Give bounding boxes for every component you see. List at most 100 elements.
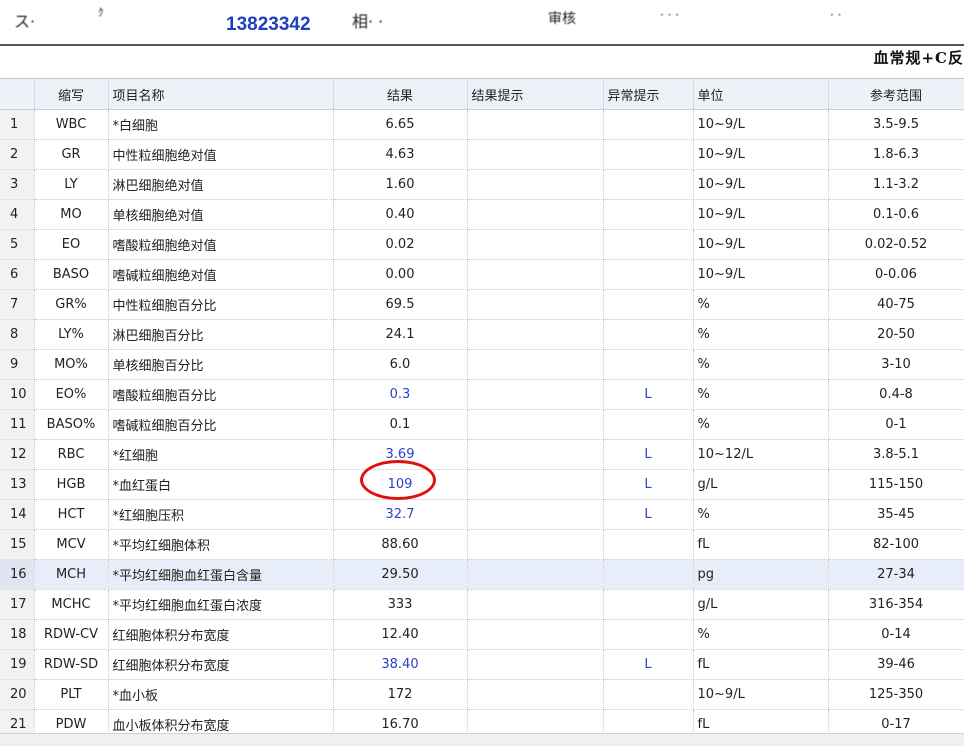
cell-result[interactable]: 333	[333, 589, 468, 620]
cell-name[interactable]: 中性粒细胞绝对值	[108, 139, 334, 170]
column-header-result[interactable]: 结果	[333, 79, 468, 110]
cell-abbr[interactable]: PLT	[34, 679, 109, 710]
row-index[interactable]: 11	[0, 409, 35, 440]
cell-name[interactable]: 嗜酸粒细胞百分比	[108, 379, 334, 410]
cell-abbr[interactable]: MCV	[34, 529, 109, 560]
cell-name[interactable]: *白细胞	[108, 109, 334, 140]
cell-reference-range[interactable]: 39-46	[828, 649, 964, 680]
table-row[interactable]: 6 BASO 嗜碱粒细胞绝对值 0.00 10~9/L 0-0.06	[0, 259, 964, 290]
cell-name[interactable]: *平均红细胞血红蛋白含量	[108, 559, 334, 590]
table-row[interactable]: 3 LY 淋巴细胞绝对值 1.60 10~9/L 1.1-3.2	[0, 169, 964, 200]
cell-result-hint[interactable]	[467, 529, 604, 560]
row-index[interactable]: 14	[0, 499, 35, 530]
cell-abnormal-flag[interactable]	[603, 289, 694, 320]
cell-name[interactable]: 嗜碱粒细胞绝对值	[108, 259, 334, 290]
cell-result-hint[interactable]	[467, 259, 604, 290]
row-index[interactable]: 15	[0, 529, 35, 560]
cell-reference-range[interactable]: 0-1	[828, 409, 964, 440]
cell-abnormal-flag[interactable]	[603, 109, 694, 140]
cell-result[interactable]: 29.50	[333, 559, 468, 590]
cell-unit[interactable]: %	[693, 319, 829, 350]
cell-result-hint[interactable]	[467, 679, 604, 710]
cell-abnormal-flag[interactable]: L	[603, 469, 694, 500]
cell-result-hint[interactable]	[467, 379, 604, 410]
cell-reference-range[interactable]: 115-150	[828, 469, 964, 500]
column-header-abbr[interactable]: 缩写	[34, 79, 109, 110]
table-row[interactable]: 8 LY% 淋巴细胞百分比 24.1% 20-50	[0, 319, 964, 350]
cell-abbr[interactable]: MCH	[34, 559, 109, 590]
cell-result-hint[interactable]	[467, 469, 604, 500]
table-row[interactable]: 13 HGB *血红蛋白 109 Lg/L 115-150	[0, 469, 964, 500]
cell-reference-range[interactable]: 27-34	[828, 559, 964, 590]
cell-result-hint[interactable]	[467, 229, 604, 260]
cell-abbr[interactable]: LY	[34, 169, 109, 200]
cell-name[interactable]: *平均红细胞体积	[108, 529, 334, 560]
row-index[interactable]: 13	[0, 469, 35, 500]
cell-unit[interactable]: 10~12/L	[693, 439, 829, 470]
horizontal-scrollbar[interactable]	[0, 733, 964, 746]
cell-result[interactable]: 1.60	[333, 169, 468, 200]
cell-unit[interactable]: 10~9/L	[693, 109, 829, 140]
cell-reference-range[interactable]: 0-14	[828, 619, 964, 650]
cell-result[interactable]: 69.5	[333, 289, 468, 320]
table-row[interactable]: 9 MO% 单核细胞百分比 6.0% 3-10	[0, 349, 964, 380]
cell-result[interactable]: 32.7	[333, 499, 468, 530]
cell-result-hint[interactable]	[467, 139, 604, 170]
table-row[interactable]: 15 MCV *平均红细胞体积 88.60 fL 82-100	[0, 529, 964, 560]
table-row[interactable]: 4 MO 单核细胞绝对值 0.40 10~9/L 0.1-0.6	[0, 199, 964, 230]
cell-abbr[interactable]: HGB	[34, 469, 109, 500]
cell-result[interactable]: 24.1	[333, 319, 468, 350]
cell-unit[interactable]: fL	[693, 529, 829, 560]
cell-name[interactable]: 嗜碱粒细胞百分比	[108, 409, 334, 440]
cell-abnormal-flag[interactable]	[603, 619, 694, 650]
column-header-index[interactable]	[0, 79, 35, 110]
cell-name[interactable]: 淋巴细胞绝对值	[108, 169, 334, 200]
cell-name[interactable]: 单核细胞绝对值	[108, 199, 334, 230]
cell-abbr[interactable]: MO	[34, 199, 109, 230]
cell-abbr[interactable]: GR	[34, 139, 109, 170]
column-header-name[interactable]: 项目名称	[108, 79, 334, 110]
cell-name[interactable]: *红细胞压积	[108, 499, 334, 530]
cell-name[interactable]: 红细胞体积分布宽度	[108, 619, 334, 650]
cell-abnormal-flag[interactable]	[603, 409, 694, 440]
column-header-reference-range[interactable]: 参考范围	[828, 79, 964, 110]
cell-name[interactable]: *红细胞	[108, 439, 334, 470]
table-row[interactable]: 14 HCT *红细胞压积 32.7 L% 35-45	[0, 499, 964, 530]
cell-abbr[interactable]: BASO	[34, 259, 109, 290]
cell-reference-range[interactable]: 0.4-8	[828, 379, 964, 410]
cell-result-hint[interactable]	[467, 559, 604, 590]
cell-result-hint[interactable]	[467, 499, 604, 530]
cell-abnormal-flag[interactable]	[603, 169, 694, 200]
table-row[interactable]: 18 RDW-CV 红细胞体积分布宽度 12.40% 0-14	[0, 619, 964, 650]
cell-abbr[interactable]: LY%	[34, 319, 109, 350]
cell-name[interactable]: 单核细胞百分比	[108, 349, 334, 380]
cell-reference-range[interactable]: 35-45	[828, 499, 964, 530]
cell-abbr[interactable]: RDW-SD	[34, 649, 109, 680]
cell-reference-range[interactable]: 0-0.06	[828, 259, 964, 290]
row-index[interactable]: 7	[0, 289, 35, 320]
cell-result[interactable]: 0.00	[333, 259, 468, 290]
cell-abnormal-flag[interactable]: L	[603, 379, 694, 410]
cell-reference-range[interactable]: 1.8-6.3	[828, 139, 964, 170]
cell-name[interactable]: *血红蛋白	[108, 469, 334, 500]
cell-abbr[interactable]: MCHC	[34, 589, 109, 620]
cell-abnormal-flag[interactable]: L	[603, 439, 694, 470]
cell-result-hint[interactable]	[467, 439, 604, 470]
cell-abbr[interactable]: HCT	[34, 499, 109, 530]
cell-abnormal-flag[interactable]: L	[603, 499, 694, 530]
cell-reference-range[interactable]: 316-354	[828, 589, 964, 620]
cell-result[interactable]: 12.40	[333, 619, 468, 650]
cell-result-hint[interactable]	[467, 199, 604, 230]
cell-reference-range[interactable]: 0.02-0.52	[828, 229, 964, 260]
cell-result[interactable]: 6.65	[333, 109, 468, 140]
cell-result[interactable]: 172	[333, 679, 468, 710]
cell-result[interactable]: 4.63	[333, 139, 468, 170]
cell-unit[interactable]: %	[693, 349, 829, 380]
table-row[interactable]: 10 EO% 嗜酸粒细胞百分比 0.3 L% 0.4-8	[0, 379, 964, 410]
table-row[interactable]: 2 GR 中性粒细胞绝对值 4.63 10~9/L 1.8-6.3	[0, 139, 964, 170]
cell-reference-range[interactable]: 125-350	[828, 679, 964, 710]
cell-name[interactable]: *血小板	[108, 679, 334, 710]
cell-unit[interactable]: %	[693, 379, 829, 410]
cell-result-hint[interactable]	[467, 589, 604, 620]
cell-unit[interactable]: %	[693, 289, 829, 320]
